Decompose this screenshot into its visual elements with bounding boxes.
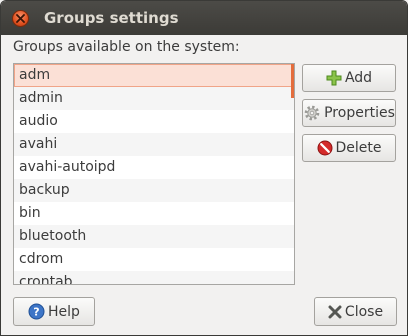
- list-item[interactable]: adm: [14, 64, 294, 87]
- list-item[interactable]: bluetooth: [14, 225, 294, 248]
- add-button[interactable]: Add: [302, 64, 396, 92]
- properties-button[interactable]: Properties: [302, 99, 396, 127]
- list-item[interactable]: backup: [14, 179, 294, 202]
- delete-button[interactable]: Delete: [302, 134, 396, 162]
- list-item[interactable]: audio: [14, 110, 294, 133]
- properties-button-label: Properties: [324, 105, 395, 121]
- svg-text:?: ?: [33, 306, 39, 319]
- list-item[interactable]: crontab: [14, 271, 294, 284]
- help-button[interactable]: ? Help: [13, 297, 95, 326]
- close-button-label: Close: [344, 303, 384, 320]
- help-icon: ?: [28, 303, 45, 320]
- list-item[interactable]: bin: [14, 202, 294, 225]
- help-button-label: Help: [48, 303, 80, 320]
- scrollbar-thumb[interactable]: [291, 64, 294, 98]
- groups-settings-dialog: Groups settings Groups available on the …: [0, 0, 408, 336]
- gear-icon: [304, 105, 320, 121]
- list-item[interactable]: avahi-autoipd: [14, 156, 294, 179]
- close-button[interactable]: Close: [314, 297, 397, 326]
- list-item[interactable]: avahi: [14, 133, 294, 156]
- no-entry-icon: [317, 140, 332, 156]
- title-bar[interactable]: Groups settings: [1, 1, 407, 35]
- groups-list[interactable]: adm admin audio avahi avahi-autoipd backup bin…: [13, 63, 295, 285]
- window-close-button[interactable]: [12, 10, 29, 27]
- window-title: Groups settings: [44, 9, 179, 27]
- groups-caption: Groups available on the system:: [13, 39, 240, 55]
- list-item[interactable]: admin: [14, 87, 294, 110]
- delete-button-label: Delete: [335, 140, 382, 156]
- plus-icon: [326, 70, 342, 86]
- list-item[interactable]: cdrom: [14, 248, 294, 271]
- close-icon: [16, 14, 25, 23]
- add-button-label: Add: [344, 70, 373, 86]
- x-icon: [328, 305, 342, 318]
